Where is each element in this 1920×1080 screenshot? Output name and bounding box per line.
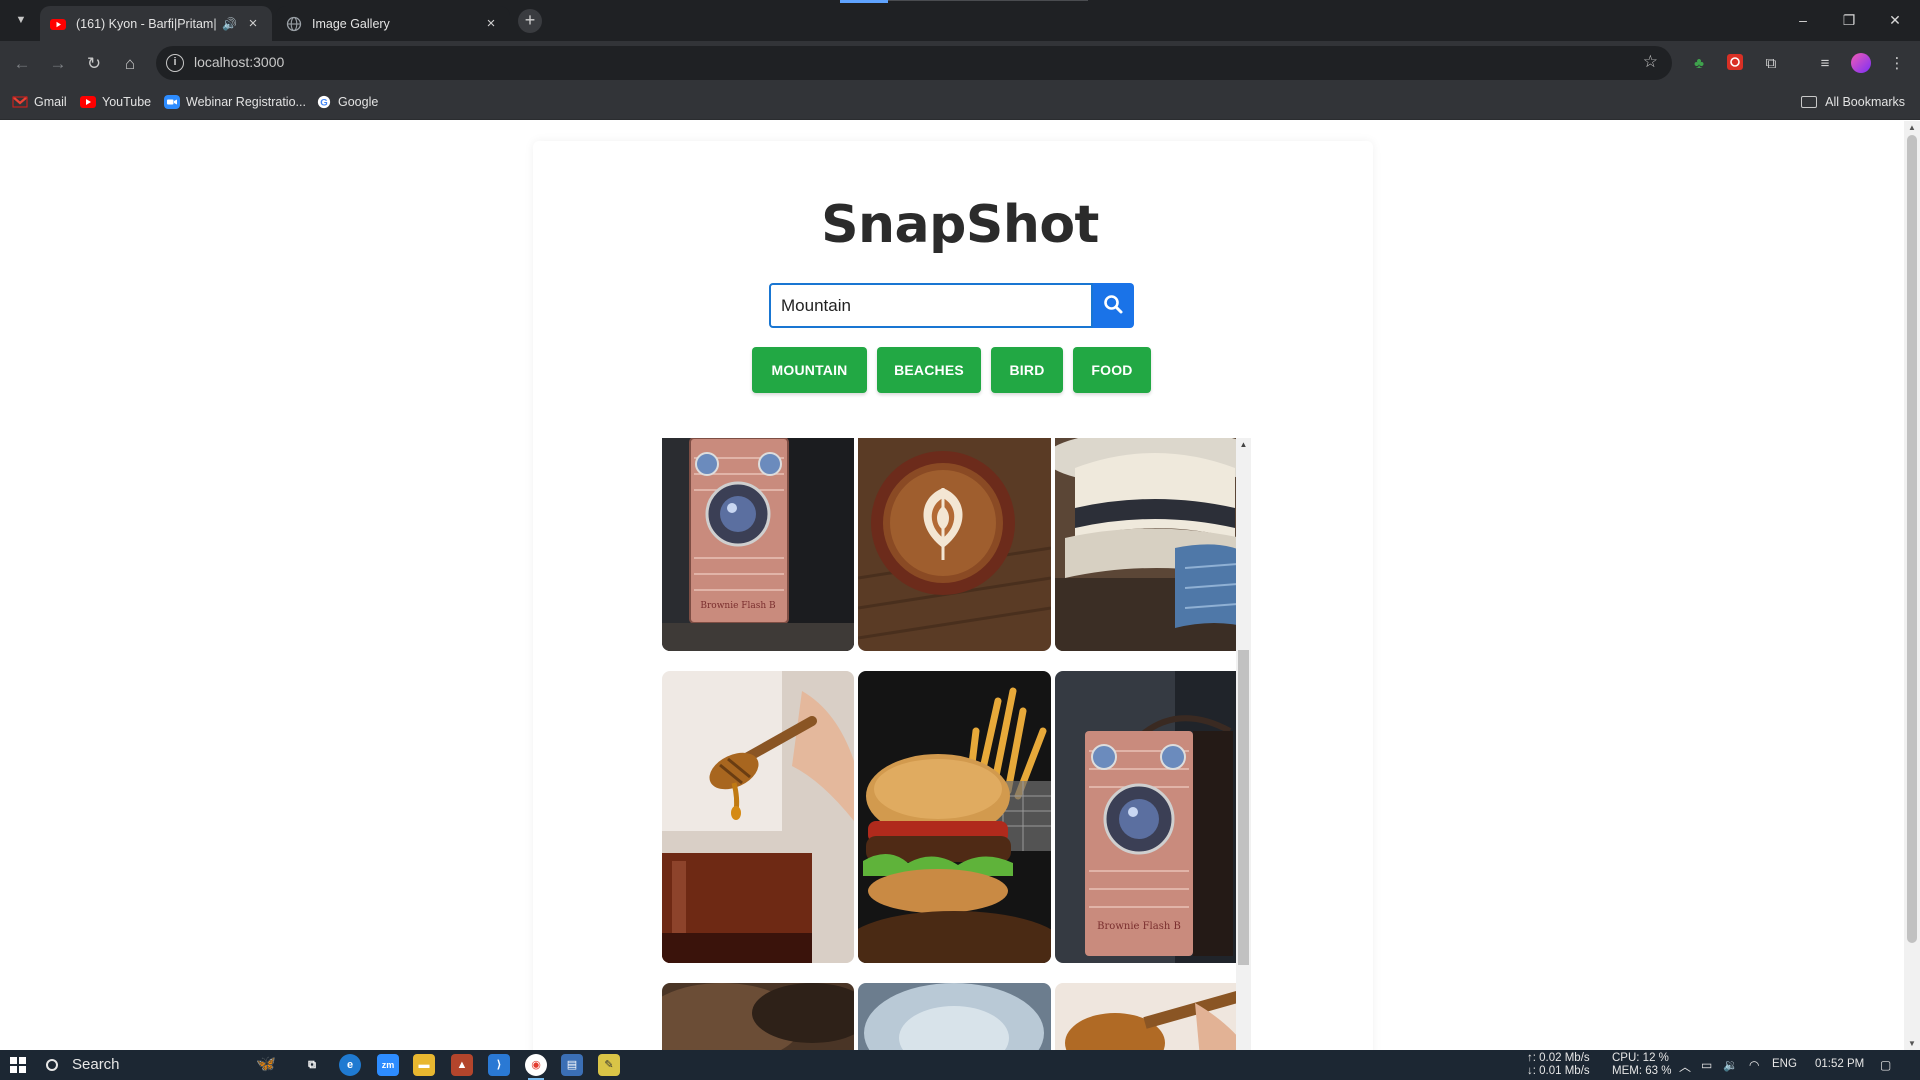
system-stats: CPU: 12 % MEM: 63 % (1612, 1052, 1672, 1077)
zoom-icon (164, 95, 180, 109)
youtube-icon (80, 96, 96, 108)
bookmark-webinar[interactable]: Webinar Registratio... (164, 95, 306, 109)
all-bookmarks-button[interactable]: All Bookmarks (1801, 95, 1905, 109)
app-title: SnapShot (821, 195, 1099, 255)
svg-text:G: G (320, 98, 327, 109)
gmail-icon (12, 96, 28, 108)
gallery-image-honey-2[interactable] (1055, 983, 1251, 1050)
mountain-button[interactable]: MOUNTAIN (752, 347, 867, 393)
browser-toolbar: ← → ↻ ⌂ i localhost:3000 ☆ ♣ ⧉ ≡ ⋮ (0, 41, 1920, 86)
chrome-icon[interactable]: ◉ (525, 1054, 547, 1080)
page-scrollbar[interactable]: ▲ ▼ (1904, 121, 1920, 1050)
sticky-notes-icon[interactable]: ✎ (598, 1054, 620, 1076)
windows-start-icon[interactable] (10, 1057, 26, 1073)
gallery-image-hat-2[interactable] (858, 983, 1051, 1050)
search-form (769, 283, 1134, 328)
page-viewport: SnapShot MOUNTAIN BEACHES BIRD FOOD (0, 121, 1920, 1050)
search-button[interactable] (1093, 283, 1134, 328)
tab-title: (161) Kyon - Barfi|Pritam|Pa (76, 16, 216, 31)
site-info-icon[interactable]: i (166, 54, 184, 72)
bookmark-star-icon[interactable]: ☆ (1643, 52, 1658, 72)
close-tab-icon[interactable]: × (244, 15, 262, 32)
loading-indicator (840, 0, 888, 3)
gallery-image-wood[interactable] (662, 983, 854, 1050)
windows-taskbar: Search 🦋 ⧉ e zm ▬ ▲ ⟩ ◉ ▤ ✎ ↑: 0.02 Mb/s… (0, 1050, 1920, 1080)
widgets-butterfly-icon[interactable]: 🦋 (246, 1054, 286, 1076)
forward-arrow-icon[interactable]: → (46, 52, 70, 76)
reload-icon[interactable]: ↻ (82, 52, 106, 76)
gallery-image-camera-2[interactable]: Brownie Flash B (1055, 671, 1251, 963)
scroll-down-arrow-icon[interactable]: ▼ (1907, 1039, 1917, 1048)
category-buttons: MOUNTAIN BEACHES BIRD FOOD (0, 347, 1920, 393)
bookmark-google[interactable]: G Google (316, 95, 378, 109)
gallery-scrollbar-thumb[interactable] (1238, 650, 1249, 965)
browser-tabstrip: ▼ (161) Kyon - Barfi|Pritam|Pa 🔊 × Image… (0, 0, 1920, 41)
beaches-button[interactable]: BEACHES (877, 347, 981, 393)
address-bar[interactable]: i localhost:3000 ☆ (156, 46, 1672, 80)
tab-search-chevron-icon[interactable]: ▼ (10, 9, 32, 31)
home-icon[interactable]: ⌂ (118, 52, 142, 76)
search-icon (46, 1058, 58, 1071)
gallery-image-burger[interactable] (858, 671, 1051, 963)
svg-text:Brownie Flash B: Brownie Flash B (1097, 921, 1181, 932)
bird-button[interactable]: BIRD (991, 347, 1063, 393)
gallery-image-hats[interactable] (1055, 438, 1251, 651)
bookmark-gmail[interactable]: Gmail (12, 95, 67, 109)
back-arrow-icon[interactable]: ← (10, 52, 34, 76)
new-tab-button[interactable]: + (518, 9, 542, 33)
tab-youtube[interactable]: (161) Kyon - Barfi|Pritam|Pa 🔊 × (40, 6, 272, 41)
puzzle-extensions-icon[interactable]: ⧉ (1760, 53, 1782, 75)
tabstrip-divider (888, 0, 1088, 1)
folder-icon (1801, 96, 1818, 108)
scroll-up-arrow-icon[interactable]: ▲ (1907, 123, 1917, 132)
food-button[interactable]: FOOD (1073, 347, 1151, 393)
extension-red-icon[interactable] (1726, 53, 1744, 71)
search-input[interactable] (769, 283, 1093, 328)
gallery-scrollbar[interactable]: ▲ (1236, 438, 1251, 1050)
profile-avatar[interactable] (1851, 53, 1871, 73)
language-indicator[interactable]: ENG (1772, 1058, 1797, 1070)
youtube-icon (50, 18, 66, 30)
tree-extension-icon[interactable]: ♣ (1688, 53, 1710, 75)
tab-title: Image Gallery (312, 16, 390, 31)
gallery-image-honey[interactable] (662, 671, 854, 963)
volume-icon[interactable]: 🔉 (1723, 1058, 1738, 1072)
bookmarks-bar: Gmail YouTube Webinar Registratio... G G… (0, 86, 1920, 120)
task-view-icon[interactable]: ⧉ (301, 1054, 323, 1076)
restore-button[interactable]: ❐ (1826, 8, 1872, 32)
close-window-button[interactable]: ✕ (1872, 8, 1918, 32)
file-explorer-icon[interactable]: ▬ (413, 1054, 435, 1076)
minimize-button[interactable]: – (1780, 8, 1826, 32)
bookmark-youtube[interactable]: YouTube (80, 95, 151, 109)
svg-text:Brownie Flash B: Brownie Flash B (700, 601, 776, 611)
notepad-icon[interactable]: ▤ (561, 1054, 583, 1076)
url-text[interactable]: localhost:3000 (194, 54, 284, 70)
vscode-icon[interactable]: ⟩ (488, 1054, 510, 1076)
app-icon[interactable]: ▲ (451, 1054, 473, 1076)
edge-icon[interactable]: e (339, 1054, 361, 1076)
gallery-image-latte[interactable] (858, 438, 1051, 651)
page-scrollbar-thumb[interactable] (1907, 135, 1917, 943)
wifi-icon[interactable]: ◠ (1749, 1058, 1759, 1072)
battery-icon[interactable]: ▭ (1701, 1058, 1712, 1072)
chevron-up-icon[interactable]: ︿ (1679, 1058, 1691, 1075)
close-tab-icon[interactable]: × (482, 15, 500, 32)
search-icon (1104, 295, 1123, 314)
google-icon: G (317, 95, 331, 109)
notification-icon[interactable]: ▢ (1880, 1058, 1891, 1072)
network-speed: ↑: 0.02 Mb/s ↓: 0.01 Mb/s (1527, 1052, 1590, 1077)
gallery-image-camera[interactable]: Brownie Flash B (662, 438, 854, 651)
taskbar-search[interactable]: Search (46, 1056, 120, 1073)
clock[interactable]: 01:52 PM (1815, 1058, 1864, 1070)
speaker-icon[interactable]: 🔊 (222, 17, 238, 31)
globe-icon (286, 16, 302, 31)
tab-image-gallery[interactable]: Image Gallery × (276, 6, 510, 41)
browser-menu-icon[interactable]: ⋮ (1886, 53, 1908, 75)
media-controls-icon[interactable]: ≡ (1814, 53, 1836, 75)
image-gallery: Brownie Flash B Brownie Flash B (662, 438, 1251, 1050)
scroll-up-arrow-icon[interactable]: ▲ (1236, 440, 1251, 449)
zoom-app-icon[interactable]: zm (377, 1054, 399, 1076)
